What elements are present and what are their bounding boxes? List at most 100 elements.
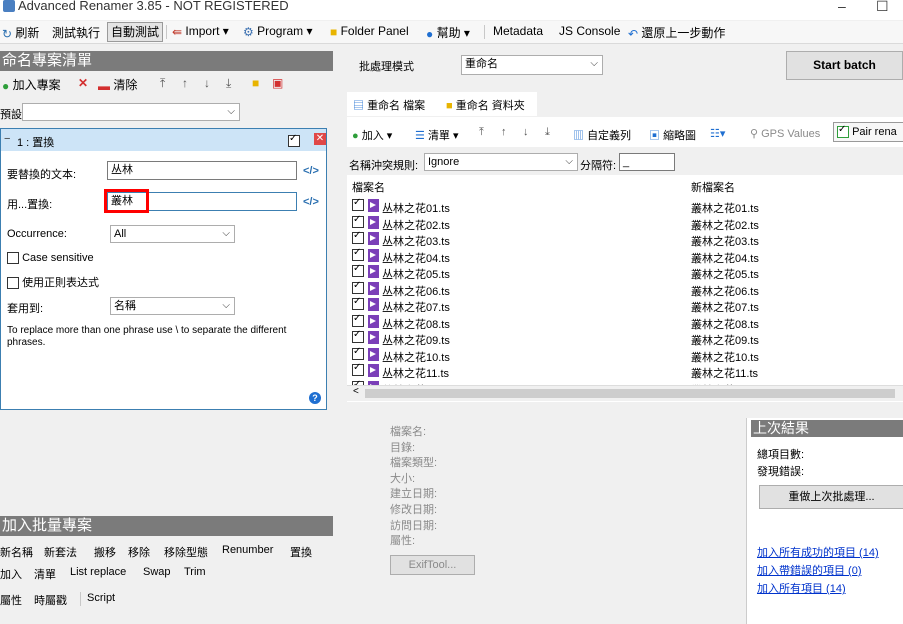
method-add-button[interactable]: 加入 <box>0 566 22 582</box>
table-row[interactable]: 丛林之花02.ts叢林之花02.ts <box>347 214 903 232</box>
add-all-link[interactable]: 加入所有項目 (14) <box>757 580 846 596</box>
code-icon[interactable]: </> <box>303 165 319 177</box>
method-remove-button[interactable]: 移除 <box>128 544 150 560</box>
occurrence-select[interactable]: All ⌵ <box>110 225 235 243</box>
collapse-icon[interactable]: − <box>4 133 10 145</box>
move-up-icon[interactable]: ↑ <box>501 126 507 138</box>
method-swap-button[interactable]: Swap <box>143 566 171 578</box>
table-row[interactable]: 丛林之花10.ts叢林之花10.ts <box>347 346 903 364</box>
method-enabled-checkbox[interactable] <box>288 133 300 147</box>
move-top-icon[interactable]: ⤒ <box>160 76 165 91</box>
regex-checkbox[interactable]: 使用正則表达式 <box>7 274 99 290</box>
table-row[interactable]: 丛林之花08.ts叢林之花08.ts <box>347 313 903 331</box>
row-checkbox[interactable] <box>352 313 364 327</box>
undo-button[interactable]: ↶ 還原上一步動作 <box>628 24 725 41</box>
add-successful-link[interactable]: 加入所有成功的項目 (14) <box>757 544 879 560</box>
help-menu[interactable]: ● 幫助 ▾ <box>426 24 470 41</box>
horizontal-scrollbar[interactable]: < <box>347 385 903 401</box>
auto-test-toggle[interactable]: 自動測試 <box>107 22 164 42</box>
table-row[interactable]: 丛林之花03.ts叢林之花03.ts <box>347 230 903 248</box>
method-newname-button[interactable]: 新名稱 <box>0 544 33 560</box>
move-down-icon[interactable]: ↓ <box>523 126 529 138</box>
column-header-filename[interactable]: 檔案名 <box>352 179 385 195</box>
row-checkbox[interactable] <box>352 197 364 212</box>
row-checkbox[interactable] <box>352 247 364 261</box>
move-up-icon[interactable]: ↑ <box>182 76 188 90</box>
scroll-left-icon[interactable]: < <box>353 386 359 397</box>
method-script-button[interactable]: Script <box>87 592 115 604</box>
conflict-select[interactable]: Ignore ⌵ <box>424 153 578 171</box>
clear-methods-button[interactable]: ▬ 清除 <box>98 76 137 93</box>
row-checkbox[interactable] <box>352 329 364 344</box>
thumbnails-button[interactable]: ▣ 縮略圖 <box>649 127 696 143</box>
table-row[interactable]: 丛林之花09.ts叢林之花09.ts <box>347 329 903 347</box>
refresh-button[interactable]: ↻ 刷新 <box>2 24 39 41</box>
find-input[interactable]: 丛林 <box>107 161 297 180</box>
gps-values-button[interactable]: ⚲ GPS Values <box>750 127 820 140</box>
method-renumber-button[interactable]: Renumber <box>222 544 273 556</box>
method-list-button[interactable]: 清單 <box>34 566 56 582</box>
column-header-newname[interactable]: 新檔案名 <box>691 179 735 195</box>
test-run-button[interactable]: 測試執行 <box>52 24 100 41</box>
metadata-button[interactable]: Metadata <box>493 24 543 38</box>
add-method-button[interactable]: ● 加入專案 <box>2 76 61 93</box>
method-newcase-button[interactable]: 新套法 <box>44 544 77 560</box>
table-row[interactable]: 丛林之花07.ts叢林之花07.ts <box>347 296 903 314</box>
import-menu[interactable]: ⇚ Import ▾ <box>172 24 229 39</box>
js-console-button[interactable]: JS Console <box>559 24 620 38</box>
row-checkbox[interactable] <box>352 214 364 228</box>
row-checkbox[interactable] <box>352 346 364 360</box>
table-row[interactable]: 丛林之花06.ts叢林之花06.ts <box>347 280 903 298</box>
table-row[interactable]: 丛林之花01.ts叢林之花01.ts <box>347 197 903 215</box>
method-list-replace-button[interactable]: List replace <box>70 566 126 578</box>
minimize-button[interactable]: – <box>838 0 846 14</box>
row-checkbox[interactable] <box>352 280 364 294</box>
row-checkbox[interactable] <box>352 296 364 311</box>
start-batch-button[interactable]: Start batch <box>786 51 903 80</box>
file-icon <box>367 281 379 295</box>
method-replace-button[interactable]: 置換 <box>290 544 312 560</box>
row-checkbox[interactable] <box>352 230 364 245</box>
program-menu[interactable]: ⚙ Program ▾ <box>243 24 312 39</box>
save-icon[interactable]: ▣ <box>272 76 283 90</box>
apply-to-select[interactable]: 名稱 ⌵ <box>110 297 235 315</box>
file-info-label: 檔案名: <box>390 426 427 438</box>
table-row[interactable]: 丛林之花04.ts叢林之花04.ts <box>347 247 903 265</box>
custom-columns-button[interactable]: ▥ 自定義列 <box>573 127 631 143</box>
table-row[interactable]: 丛林之花05.ts叢林之花05.ts <box>347 263 903 281</box>
code-icon[interactable]: </> <box>303 196 319 208</box>
remove-method-icon[interactable]: ✕ <box>314 133 326 145</box>
table-row[interactable]: 丛林之花11.ts叢林之花11.ts <box>347 362 903 380</box>
scrollbar-thumb[interactable] <box>365 389 895 398</box>
method-remove-pattern-button[interactable]: 移除型態 <box>164 544 208 560</box>
tab-rename-folders[interactable]: ■ 重命名 資料夾 <box>440 92 550 116</box>
exiftool-button[interactable]: ExifTool... <box>390 555 475 575</box>
case-sensitive-checkbox[interactable]: Case sensitive <box>7 252 94 265</box>
separator-input[interactable]: _ <box>619 153 675 171</box>
preset-select[interactable]: ⌵ <box>22 103 240 121</box>
view-menu-icon[interactable]: ☷▾ <box>710 127 725 140</box>
method-timestamp-button[interactable]: 時屬戳 <box>34 592 67 608</box>
move-down-icon[interactable]: ↓ <box>204 76 210 90</box>
delete-icon[interactable]: ✕ <box>78 76 88 90</box>
maximize-button[interactable]: ☐ <box>876 0 889 15</box>
row-checkbox[interactable] <box>352 263 364 278</box>
batch-mode-select[interactable]: 重命名 ⌵ <box>461 55 603 75</box>
pair-rename-toggle[interactable]: Pair rena <box>833 122 903 142</box>
method-header: − 1 : 置換 ✕ <box>1 129 326 151</box>
method-trim-button[interactable]: Trim <box>184 566 206 578</box>
clear-list-menu[interactable]: ☰ 清單 ▾ <box>415 127 459 143</box>
open-folder-icon[interactable]: ■ <box>252 76 259 90</box>
folder-panel-button[interactable]: ■ Folder Panel <box>330 24 409 39</box>
move-top-icon[interactable]: ⤒ <box>479 126 484 139</box>
row-checkbox[interactable] <box>352 362 364 377</box>
help-icon[interactable]: ? <box>309 392 321 404</box>
add-files-menu[interactable]: ● 加入 ▾ <box>352 127 392 143</box>
method-move-button[interactable]: 搬移 <box>94 544 116 560</box>
file-icon <box>367 199 379 212</box>
move-bottom-icon[interactable]: ⤓ <box>226 76 231 91</box>
add-errors-link[interactable]: 加入帶錯誤的項目 (0) <box>757 562 862 578</box>
move-bottom-icon[interactable]: ⤓ <box>545 126 550 139</box>
redo-batch-button[interactable]: 重做上次批處理... <box>759 485 903 509</box>
method-attributes-button[interactable]: 屬性 <box>0 592 22 608</box>
